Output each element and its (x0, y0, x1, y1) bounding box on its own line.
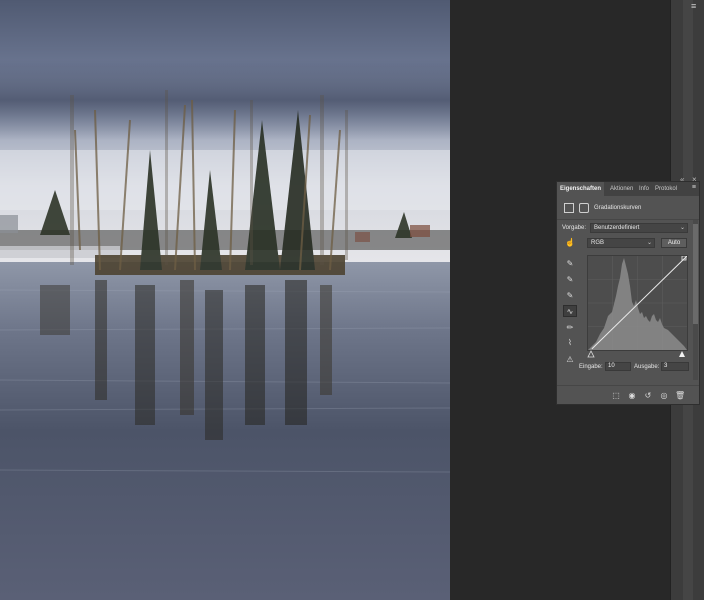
view-previous-state-icon[interactable]: ◉ (627, 391, 637, 400)
channel-value: RGB (591, 240, 605, 246)
input-field[interactable]: 10 (605, 362, 631, 371)
trash-icon[interactable]: 🗑 (675, 391, 685, 400)
preset-label: Vorgabe: (562, 225, 587, 231)
output-label: Ausgabe: (634, 364, 660, 370)
document-canvas[interactable] (0, 0, 450, 600)
panel-tab-bar: Eigenschaften Aktionen Info Protokol ≡ (557, 182, 699, 196)
preset-value: Benutzerdefiniert (594, 225, 640, 231)
black-point-slider[interactable] (587, 350, 595, 358)
properties-panel: Eigenschaften Aktionen Info Protokol ≡ G… (556, 181, 700, 405)
smooth-curve-icon[interactable]: ⌇ (563, 337, 577, 349)
adjustment-title: Gradationskurven (594, 205, 642, 211)
target-adjust-icon[interactable]: ☝ (563, 237, 577, 249)
histogram-curve (588, 255, 688, 350)
preset-dropdown[interactable]: Benutzerdefiniert ⌄ (590, 223, 688, 233)
chevron-down-icon: ⌄ (646, 240, 652, 246)
adjustment-title-row: Gradationskurven (557, 200, 699, 216)
menu-icon[interactable]: ≡ (692, 184, 696, 192)
divider (557, 219, 699, 220)
input-slider[interactable] (587, 350, 687, 358)
gray-eyedropper-icon[interactable]: ✎ (563, 274, 577, 286)
panel-scrollbar[interactable] (693, 220, 698, 380)
curves-adjustment-icon (564, 203, 574, 213)
auto-button[interactable]: Auto (661, 238, 687, 248)
tab-actions[interactable]: Aktionen (610, 182, 633, 196)
chevron-down-icon: ⌄ (679, 225, 685, 231)
input-label: Eingabe: (579, 364, 603, 370)
channel-dropdown[interactable]: RGB ⌄ (587, 238, 655, 248)
panel-footer: ⬚ ◉ ↺ ◎ 🗑 (557, 386, 699, 404)
visibility-eye-icon[interactable]: ◎ (659, 391, 669, 400)
lake-photo (0, 0, 450, 600)
dock-menu-icon[interactable]: ≡ (691, 2, 701, 11)
tab-info[interactable]: Info (639, 182, 649, 196)
tab-properties[interactable]: Eigenschaften (557, 182, 605, 196)
curve-points-icon[interactable]: ∿ (563, 305, 577, 317)
clipping-warning-icon[interactable]: ⚠ (563, 354, 577, 366)
curves-graph[interactable] (587, 255, 688, 351)
scrollbar-thumb[interactable] (693, 224, 698, 324)
black-eyedropper-icon[interactable]: ✎ (563, 258, 577, 270)
clip-to-layer-icon[interactable]: ⬚ (611, 391, 621, 400)
pencil-icon[interactable]: ✏ (563, 322, 577, 334)
white-eyedropper-icon[interactable]: ✎ (563, 290, 577, 302)
mask-icon[interactable] (579, 203, 589, 213)
output-field[interactable]: 3 (661, 362, 689, 371)
reset-icon[interactable]: ↺ (643, 391, 653, 400)
tab-history[interactable]: Protokol (655, 182, 677, 196)
white-point-slider[interactable] (679, 351, 685, 357)
